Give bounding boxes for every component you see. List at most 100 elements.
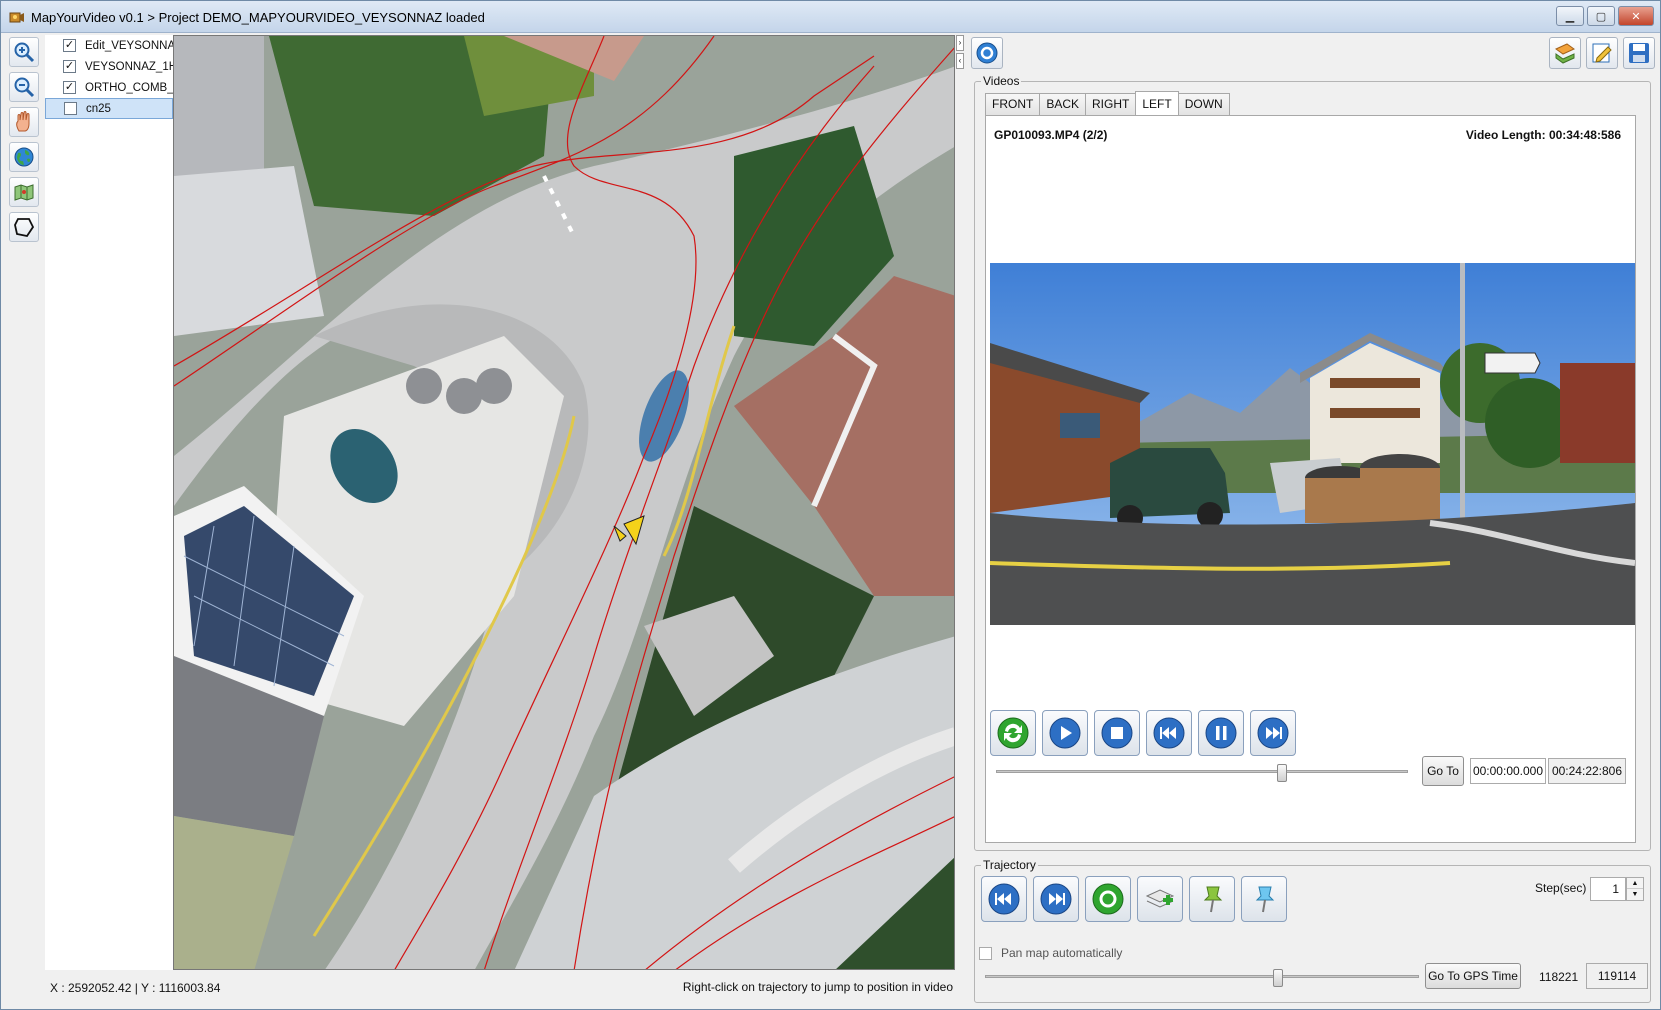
video-slider-track (996, 770, 1408, 773)
save-icon (1629, 43, 1649, 63)
globe-icon (14, 147, 34, 167)
map-layer-icon (14, 184, 34, 201)
pan-map-label: Pan map automatically (1001, 946, 1123, 960)
map-canvas[interactable] (173, 35, 955, 970)
pan-button[interactable] (9, 107, 39, 137)
green-pin-button[interactable] (1189, 876, 1235, 922)
polygon-select-button[interactable] (9, 212, 39, 242)
tab-front[interactable]: FRONT (985, 93, 1041, 115)
map-layer-button[interactable] (9, 177, 39, 207)
layer-checkbox[interactable]: ✓ (63, 39, 76, 52)
tab-right[interactable]: RIGHT (1085, 93, 1137, 115)
close-button[interactable]: ✕ (1618, 6, 1654, 26)
go-to-button[interactable]: Go To (1422, 756, 1464, 786)
current-time-display: 00:24:22:806 (1548, 758, 1626, 784)
record-button[interactable] (1085, 876, 1131, 922)
pause-button[interactable] (1198, 710, 1244, 756)
settings-button[interactable] (971, 37, 1003, 69)
rewind-button[interactable] (1146, 710, 1192, 756)
panel-splitter[interactable]: › ‹ (956, 35, 965, 970)
play-button[interactable] (1042, 710, 1088, 756)
stop-icon (1101, 717, 1133, 749)
refresh-icon (997, 717, 1029, 749)
maximize-icon: ▢ (1595, 10, 1607, 23)
blue-pin-button[interactable] (1241, 876, 1287, 922)
next-icon (1040, 883, 1072, 915)
video-tab-content: GP010093.MP4 (2/2) Video Length: 00:34:4… (985, 115, 1636, 843)
videos-legend: Videos (981, 74, 1022, 88)
step-input[interactable]: 1 (1590, 877, 1626, 901)
status-bar: X : 2592052.42 | Y : 1116003.84 Right-cl… (45, 976, 955, 1000)
gps-max-value: 119114 (1586, 963, 1648, 989)
trajectory-slider-track (985, 975, 1419, 978)
blue-pin-icon (1255, 886, 1275, 913)
video-length: Video Length: 00:34:48:586 (1465, 128, 1621, 142)
spinner-down-icon[interactable]: ▼ (1627, 889, 1643, 900)
pan-map-checkbox[interactable] (979, 946, 992, 960)
stop-button[interactable] (1094, 710, 1140, 756)
maximize-button[interactable]: ▢ (1587, 6, 1615, 26)
pan-hand-icon (16, 111, 30, 132)
refresh-button[interactable] (990, 710, 1036, 756)
layer-checkbox[interactable]: ✓ (63, 81, 76, 94)
video-slider-thumb[interactable] (1277, 764, 1287, 782)
trajectory-slider-thumb[interactable] (1273, 969, 1283, 987)
layer-tree: ✓ Edit_VEYSONNAZ ✓ VEYSONNAZ_1Hz ✓ ORTHO… (45, 35, 173, 970)
pan-map-option[interactable]: Pan map automatically (979, 946, 1122, 960)
zoom-out-icon (14, 77, 35, 98)
step-spinner[interactable]: ▲ ▼ (1626, 877, 1644, 901)
layer-label: Edit_VEYSONNAZ (85, 39, 173, 52)
camera-tabs: FRONT BACK RIGHT LEFT DOWN (985, 91, 1230, 115)
collapse-left-icon[interactable]: ‹ (956, 53, 964, 69)
layers-export-icon (1555, 43, 1575, 64)
go-to-time-input[interactable]: 00:00:00.000 (1470, 758, 1546, 784)
layer-checkbox[interactable]: ✓ (63, 60, 76, 73)
video-filename: GP010093.MP4 (2/2) (994, 128, 1108, 142)
save-button[interactable] (1623, 37, 1655, 69)
map-tools (9, 37, 43, 247)
previous-point-button[interactable] (981, 876, 1027, 922)
main-window: MapYourVideo v0.1 > Project DEMO_MAPYOUR… (0, 0, 1661, 1010)
layer-label: ORTHO_COMB_6c (85, 81, 173, 94)
layer-item[interactable]: ✓ ORTHO_COMB_6c (45, 77, 173, 98)
fast-forward-button[interactable] (1250, 710, 1296, 756)
layer-label: VEYSONNAZ_1Hz (85, 60, 173, 73)
tab-back[interactable]: BACK (1039, 93, 1087, 115)
polygon-select-icon (14, 218, 35, 238)
zoom-out-button[interactable] (9, 72, 39, 102)
play-icon (1049, 717, 1081, 749)
layer-item[interactable]: cn25 (45, 98, 173, 119)
step-label: Step(sec) (1535, 881, 1587, 895)
trajectory-slider[interactable] (985, 969, 1419, 987)
next-point-button[interactable] (1033, 876, 1079, 922)
aerial-orthophoto (174, 36, 954, 969)
tab-down[interactable]: DOWN (1177, 93, 1230, 115)
previous-icon (988, 883, 1020, 915)
video-frame-image (990, 263, 1635, 625)
video-position-slider[interactable] (996, 764, 1408, 782)
minimize-icon: ▁ (1565, 10, 1575, 23)
layer-item[interactable]: ✓ VEYSONNAZ_1Hz (45, 56, 173, 77)
add-point-icon (1145, 889, 1175, 908)
layer-label: cn25 (86, 102, 111, 115)
zoom-in-button[interactable] (9, 37, 39, 67)
settings-disc-icon (976, 42, 998, 64)
edit-icon (1592, 43, 1612, 63)
layer-item[interactable]: ✓ Edit_VEYSONNAZ (45, 35, 173, 56)
minimize-button[interactable]: ▁ (1556, 6, 1584, 26)
layer-checkbox[interactable] (64, 102, 77, 115)
green-pin-icon (1203, 886, 1223, 913)
coordinates-readout: X : 2592052.42 | Y : 1116003.84 (50, 981, 221, 995)
go-to-gps-time-button[interactable]: Go To GPS Time (1425, 963, 1521, 989)
export-layers-button[interactable] (1549, 37, 1581, 69)
fast-forward-icon (1257, 717, 1289, 749)
tab-left[interactable]: LEFT (1135, 91, 1179, 115)
edit-button[interactable] (1586, 37, 1618, 69)
add-point-button[interactable] (1137, 876, 1183, 922)
collapse-right-icon[interactable]: › (956, 35, 964, 51)
full-extent-button[interactable] (9, 142, 39, 172)
spinner-up-icon[interactable]: ▲ (1627, 878, 1643, 889)
video-player[interactable] (990, 263, 1635, 625)
trajectory-legend: Trajectory (981, 858, 1038, 872)
pause-icon (1205, 717, 1237, 749)
